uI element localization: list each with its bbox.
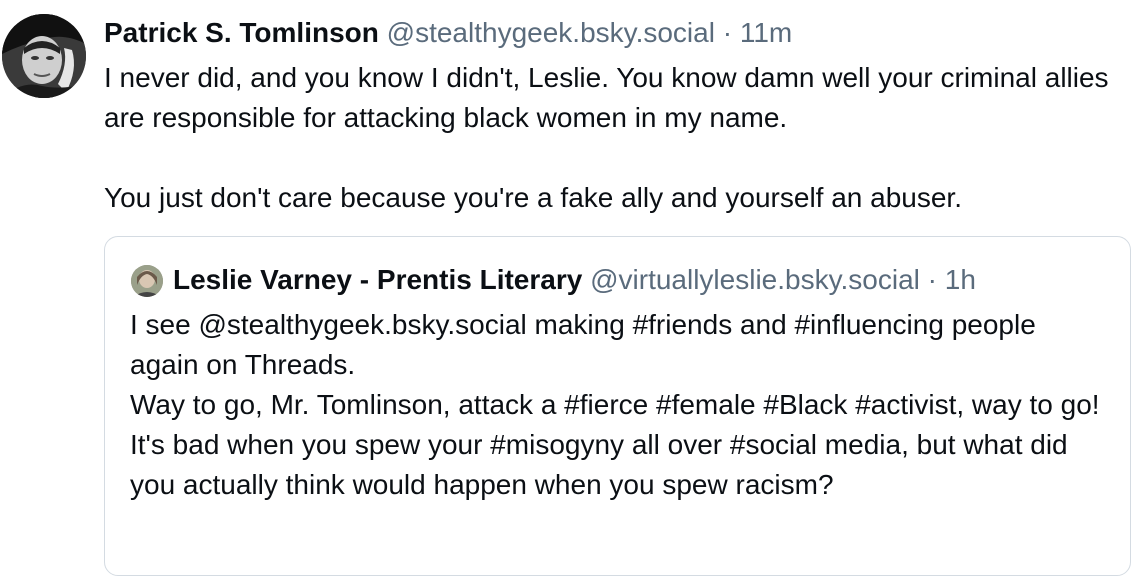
post-header: Patrick S. Tomlinson @stealthygeek.bsky.… [104, 16, 792, 50]
author-handle[interactable]: @stealthygeek.bsky.social [387, 17, 715, 48]
quoted-post-header: Leslie Varney - Prentis Literary @virtua… [173, 263, 976, 297]
author-name[interactable]: Patrick S. Tomlinson [104, 17, 379, 48]
quoted-author-handle[interactable]: @virtuallyleslie.bsky.social [590, 264, 920, 295]
post-timestamp[interactable]: 11m [740, 17, 792, 48]
author-avatar[interactable] [2, 14, 86, 98]
quoted-post-card[interactable]: Leslie Varney - Prentis Literary @virtua… [104, 236, 1131, 576]
post-paragraph: You just don't care because you're a fak… [104, 182, 962, 213]
meta-separator: · [722, 17, 733, 48]
quoted-author-name[interactable]: Leslie Varney - Prentis Literary [173, 264, 582, 295]
avatar-image-icon [2, 14, 86, 98]
post: Patrick S. Tomlinson @stealthygeek.bsky.… [0, 0, 1135, 576]
quoted-post-line: It's bad when you spew your #misogyny al… [130, 429, 1068, 500]
quoted-post-body: I see @stealthygeek.bsky.social making #… [130, 305, 1110, 505]
quoted-author-avatar[interactable] [131, 265, 163, 297]
quoted-post-line: Way to go, Mr. Tomlinson, attack a #fier… [130, 389, 1100, 420]
meta-separator: · [927, 264, 937, 295]
quoted-post-line: I see @stealthygeek.bsky.social making #… [130, 309, 1036, 380]
post-paragraph: I never did, and you know I didn't, Lesl… [104, 62, 1109, 133]
avatar-image-icon [131, 265, 163, 297]
post-body: I never did, and you know I didn't, Lesl… [104, 58, 1114, 218]
quoted-post-timestamp[interactable]: 1h [945, 264, 976, 295]
